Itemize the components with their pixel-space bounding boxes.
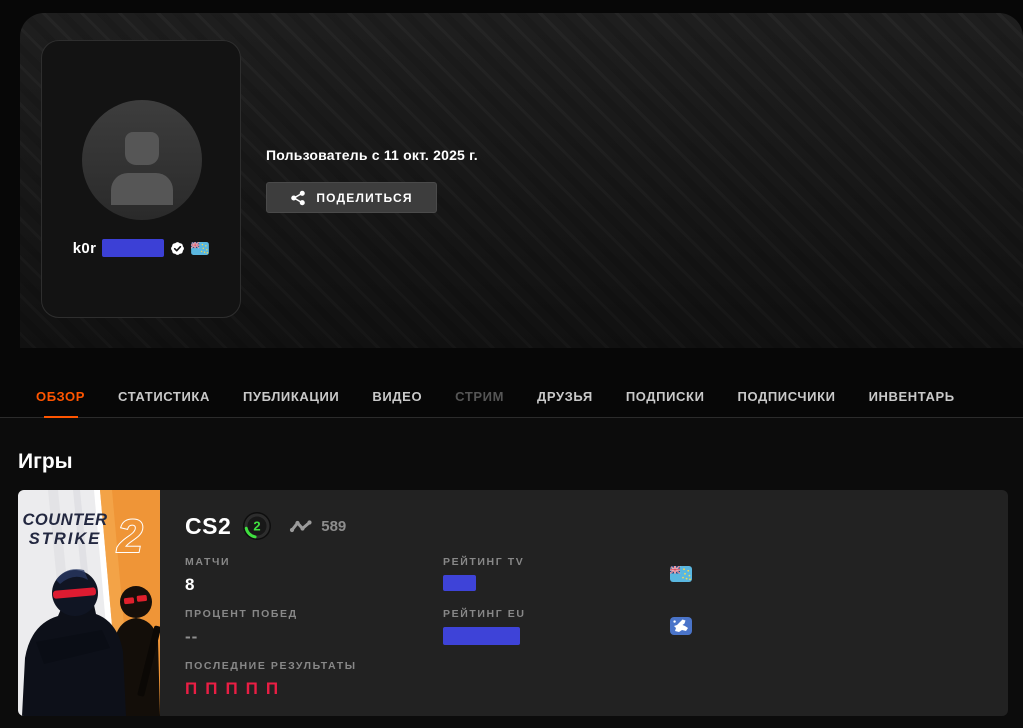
tab-publications[interactable]: ПУБЛИКАЦИИ <box>243 375 339 418</box>
username-redaction <box>102 239 164 257</box>
recent-results-row: П П П П П <box>185 679 357 699</box>
svg-text:STRIKE: STRIKE <box>29 530 102 548</box>
skill-level-badge-icon: 2 <box>242 511 272 541</box>
svg-text:COUNTER: COUNTER <box>22 511 107 529</box>
svg-text:2: 2 <box>116 510 143 562</box>
profile-banner: k0r <box>20 13 1023 348</box>
tab-friends[interactable]: ДРУЗЬЯ <box>537 375 593 418</box>
stat-matches: МАТЧИ 8 <box>185 556 230 595</box>
matches-value: 8 <box>185 575 230 595</box>
tuvalu-region-flag-icon <box>670 566 692 582</box>
share-button[interactable]: ПОДЕЛИТЬСЯ <box>266 182 437 213</box>
tab-overview[interactable]: ОБЗОР <box>36 375 85 418</box>
avatar <box>82 100 202 220</box>
elo-group: 589 <box>289 518 346 535</box>
tab-inventory[interactable]: ИНВЕНТАРЬ <box>869 375 955 418</box>
tab-videos[interactable]: ВИДЕО <box>372 375 422 418</box>
game-title: CS2 <box>185 513 231 540</box>
tuvalu-flag-icon <box>191 242 209 255</box>
share-icon <box>290 190 306 206</box>
stat-rating-tv: РЕЙТИНГ TV <box>443 556 524 591</box>
result-loss: П <box>185 679 197 699</box>
tab-statistics[interactable]: СТАТИСТИКА <box>118 375 210 418</box>
eu-region-flag-icon <box>670 617 692 635</box>
rating-eu-redaction <box>443 627 520 645</box>
games-section-title: Игры <box>18 450 73 474</box>
result-loss: П <box>266 679 278 699</box>
tab-following[interactable]: ПОДПИСКИ <box>626 375 705 418</box>
stat-recent-results: ПОСЛЕДНИЕ РЕЗУЛЬТАТЫ П П П П П <box>185 660 357 699</box>
elo-value: 589 <box>321 518 346 535</box>
stat-rating-eu: РЕЙТИНГ EU <box>443 608 526 645</box>
winrate-value: -- <box>185 627 298 647</box>
profile-tabbar: ОБЗОР СТАТИСТИКА ПУБЛИКАЦИИ ВИДЕО СТРИМ … <box>0 375 1023 418</box>
username-row: k0r <box>42 239 240 257</box>
share-button-label: ПОДЕЛИТЬСЯ <box>316 191 412 205</box>
rating-tv-redaction <box>443 575 476 591</box>
result-loss: П <box>225 679 237 699</box>
svg-text:2: 2 <box>254 519 261 534</box>
result-loss: П <box>205 679 217 699</box>
avatar-person-icon <box>125 132 159 165</box>
result-loss: П <box>246 679 258 699</box>
verified-badge-icon <box>170 241 185 256</box>
member-since-text: Пользователь с 11 окт. 2025 г. <box>266 147 478 163</box>
cs2-game-card[interactable]: COUNTER STRIKE 2 <box>18 490 1008 716</box>
elo-graph-icon <box>289 519 313 533</box>
tab-stream[interactable]: СТРИМ <box>455 375 504 418</box>
tab-followers[interactable]: ПОДПИСЧИКИ <box>738 375 836 418</box>
game-title-row: CS2 2 589 <box>185 511 346 541</box>
cs2-cover-art: COUNTER STRIKE 2 <box>18 490 160 716</box>
username: k0r <box>73 240 96 257</box>
faceit-profile-page: k0r <box>0 0 1023 728</box>
profile-card: k0r <box>41 40 241 318</box>
stat-winrate: ПРОЦЕНТ ПОБЕД -- <box>185 608 298 647</box>
